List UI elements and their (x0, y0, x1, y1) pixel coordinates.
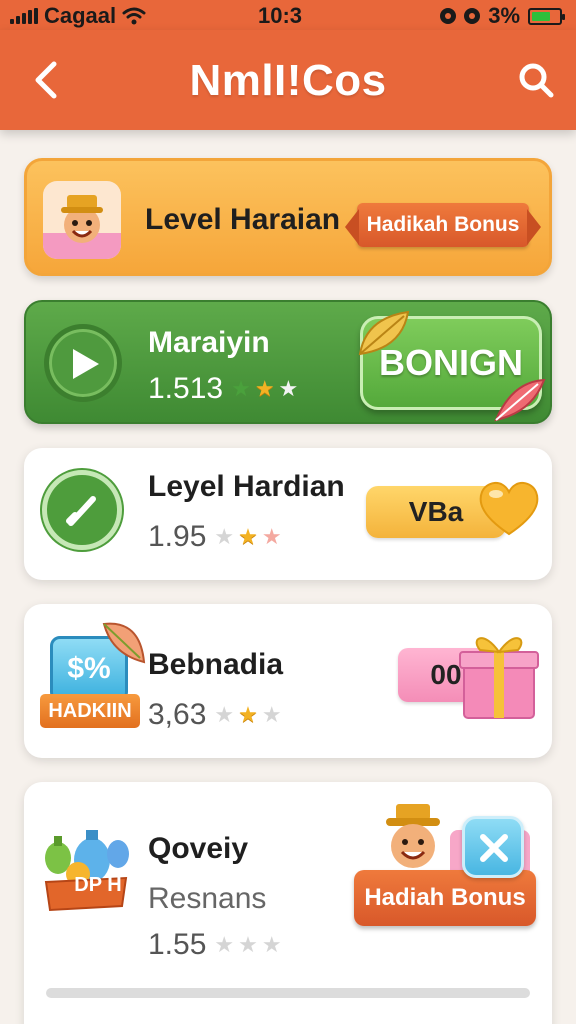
close-icon[interactable] (462, 816, 524, 878)
feather-icon (494, 378, 546, 422)
star-icon: ★ (261, 932, 282, 957)
rating-value: 1.513 (148, 372, 224, 405)
alarm-icon (440, 8, 457, 24)
gift-icon (459, 637, 539, 719)
card-title: Bebnadia (148, 648, 284, 681)
rating: 3,63 ★ ★ ★ (148, 698, 282, 732)
battery-icon (528, 7, 565, 25)
card-title: Qoveiy (148, 832, 249, 865)
star-icon: ★ (261, 702, 282, 727)
card-title: Level Haraian (145, 203, 341, 236)
card-subtitle: Resnans (148, 882, 267, 915)
wifi-icon (122, 7, 146, 25)
star-icon: ★ (238, 702, 258, 727)
rating-value: 3,63 (148, 698, 207, 731)
leaf-icon (358, 310, 410, 356)
star-icon: ★ (214, 702, 235, 727)
list-item[interactable]: Maraiyin 1.513 ★ ★ ★ BONIGN (24, 300, 552, 424)
list-item[interactable]: Level Haraian Hadikah Bonus (24, 158, 552, 276)
tag-label: DP H (74, 874, 122, 896)
star-icon: ★ (231, 376, 251, 401)
rating: 1.95 ★ ★ ★ (148, 520, 282, 554)
rating: 1.513 ★ ★ ★ (148, 372, 298, 406)
character-avatar-icon (386, 804, 440, 868)
clock: 10:3 (258, 3, 303, 28)
rating-value: 1.55 (148, 928, 207, 961)
tag-label: HADKIIN (40, 694, 140, 728)
status-bar: Cagaal 10:3 3% (0, 0, 576, 30)
list-item[interactable]: Leyel Hardian 1.95 ★ ★ ★ VBa (24, 448, 552, 580)
check-icon[interactable] (42, 470, 122, 550)
search-icon[interactable] (516, 60, 556, 100)
star-icon: ★ (261, 524, 282, 549)
play-icon[interactable] (44, 324, 122, 402)
carrier-name: Cagaal (44, 3, 117, 28)
heart-icon (479, 482, 539, 536)
list-item[interactable]: DP H Qoveiy Resnans 1.55 ★ ★ ★ Hadiah Bo… (24, 782, 552, 1024)
character-avatar-icon (43, 181, 121, 259)
star-icon: ★ (214, 524, 235, 549)
location-icon (464, 8, 481, 24)
list-item[interactable]: $% HADKIIN Bebnadia 3,63 ★ ★ ★ 00 (24, 604, 552, 758)
header-bar: NmlI!Cos (0, 30, 576, 130)
rating: 1.55 ★ ★ ★ (148, 928, 282, 962)
status-right: 3% (440, 3, 565, 29)
progress-bar (46, 988, 530, 998)
star-icon: ★ (214, 932, 235, 957)
star-icon: ★ (254, 376, 275, 401)
card-title: Leyel Hardian (148, 470, 345, 503)
signal-icon (10, 8, 38, 24)
battery-percent: 3% (488, 3, 520, 28)
feather-icon (102, 622, 146, 664)
potions-icon (44, 830, 129, 912)
discount-tag-icon: $% HADKIIN (40, 622, 146, 730)
rating-value: 1.95 (148, 520, 207, 553)
status-left: Cagaal (10, 3, 146, 29)
page-title: NmlI!Cos (189, 56, 387, 105)
card-title: Maraiyin (148, 326, 270, 359)
bonus-badge[interactable]: Hadikah Bonus (345, 203, 541, 247)
star-icon: ★ (238, 932, 258, 957)
star-icon: ★ (278, 376, 299, 401)
star-icon: ★ (238, 524, 258, 549)
bonus-button[interactable]: Hadiah Bonus (354, 870, 536, 926)
